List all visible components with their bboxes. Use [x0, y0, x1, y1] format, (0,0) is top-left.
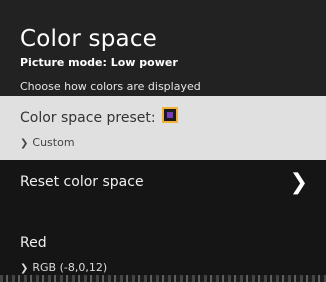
settings-header: Color space Picture mode: Low power Choo…: [0, 0, 326, 96]
preset-label-wrapper: Color space preset:: [20, 107, 178, 126]
reset-label: Reset color space: [20, 174, 144, 190]
swatch-dot: [166, 112, 173, 118]
red-channel-item[interactable]: Red ❯ RGB (-8,0,12): [0, 222, 326, 282]
color-swatch-icon: [161, 107, 178, 123]
red-value: RGB (-8,0,12): [32, 261, 108, 274]
page-description: Choose how colors are displayed: [20, 80, 201, 93]
chevron-right-icon: ❯: [20, 138, 29, 149]
color-space-preset-item[interactable]: Color space preset: ❯ Custom: [0, 96, 326, 160]
chevron-right-icon: ❯: [289, 170, 308, 195]
preset-label: Color space preset:: [20, 110, 156, 126]
red-value-wrapper: ❯ RGB (-8,0,12): [20, 261, 107, 274]
preset-value: Custom: [32, 136, 75, 149]
picture-mode-subtitle: Picture mode: Low power: [20, 56, 178, 69]
chevron-right-icon: ❯: [20, 263, 29, 274]
red-label: Red: [20, 235, 47, 251]
preset-value-wrapper: ❯ Custom: [20, 136, 75, 149]
screen-artifact: [0, 275, 326, 282]
reset-color-space-item[interactable]: Reset color space ❯: [0, 160, 326, 206]
page-title: Color space: [20, 26, 158, 52]
